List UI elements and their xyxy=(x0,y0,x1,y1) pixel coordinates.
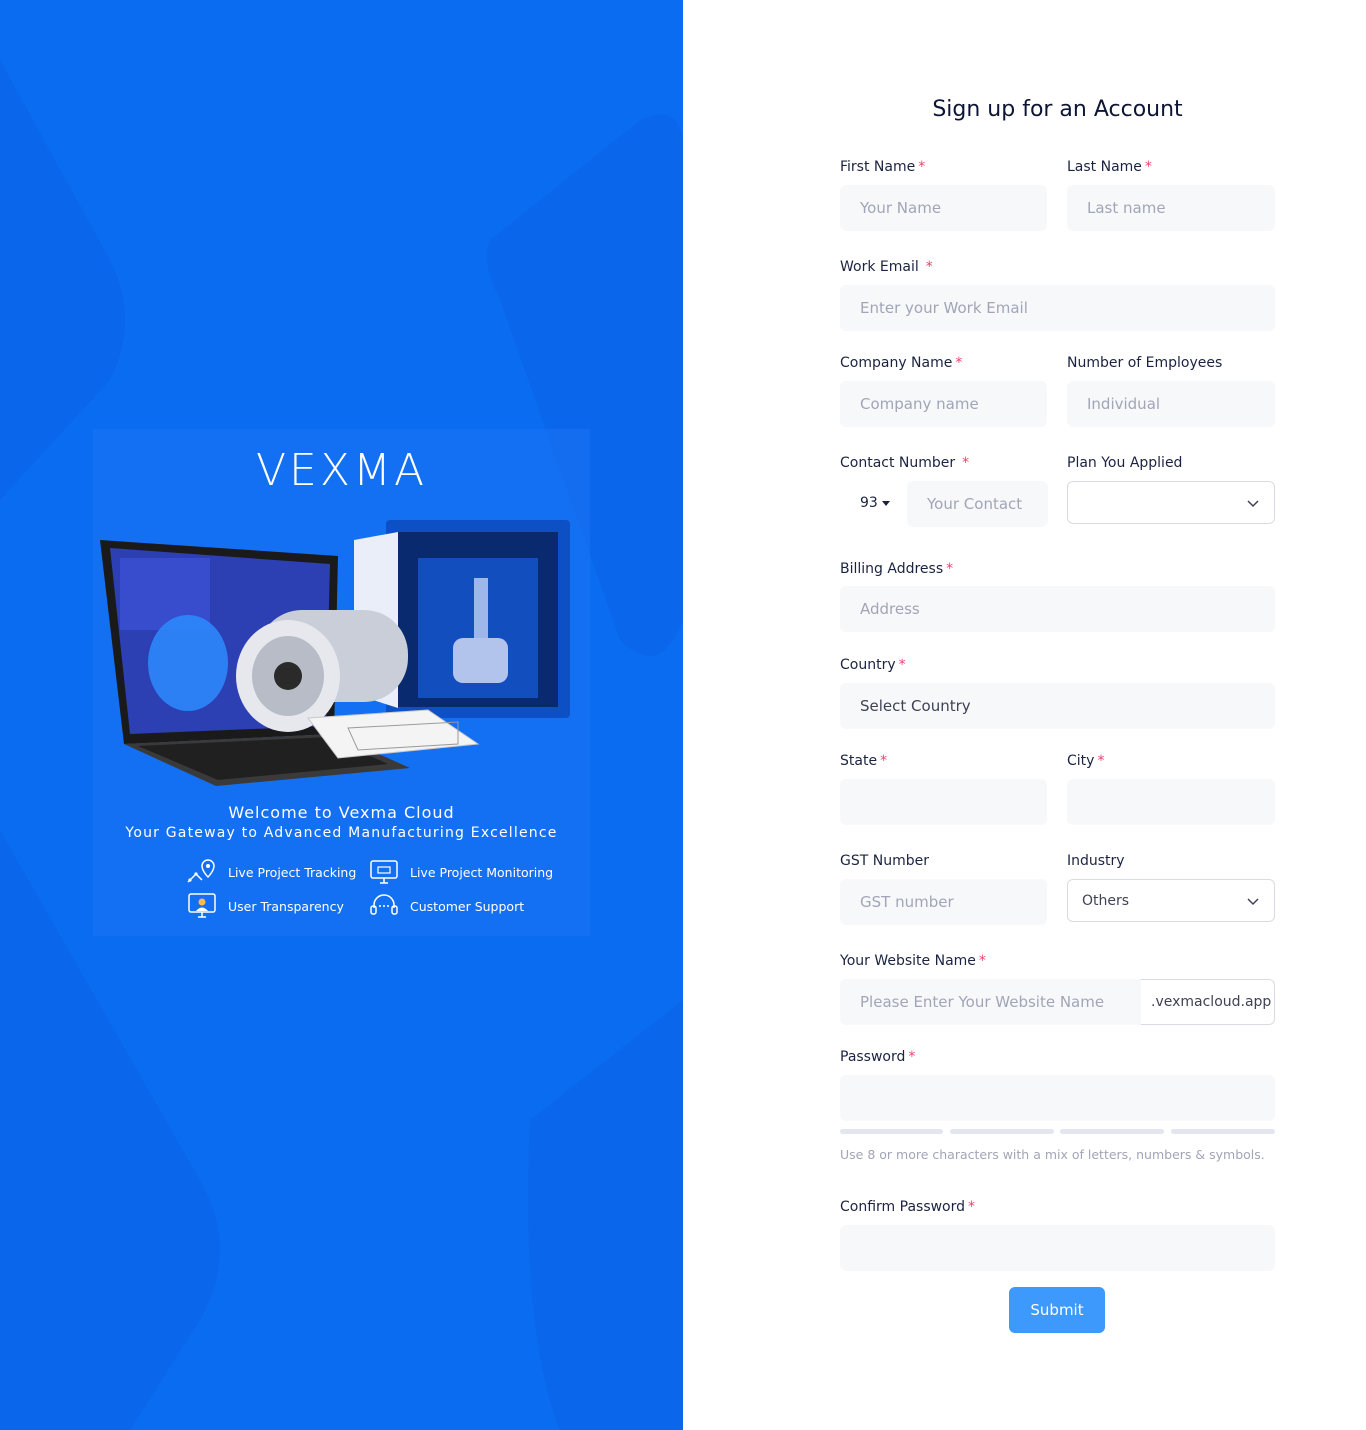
map-pin-icon xyxy=(187,859,215,883)
country-select[interactable]: Select Country xyxy=(840,683,1275,729)
website-name-input[interactable]: Please Enter Your Website Name xyxy=(840,979,1141,1025)
billing-address-input[interactable]: Address xyxy=(840,586,1275,632)
feature-label: Live Project Monitoring xyxy=(410,864,554,880)
work-email-label: Work Email * xyxy=(840,259,933,275)
confirm-password-label: Confirm Password * xyxy=(840,1199,976,1215)
caret-down-icon xyxy=(881,500,890,506)
country-code-value: 93 xyxy=(860,495,878,511)
page-title: Sign up for an Account xyxy=(932,97,1183,122)
contact-number-input[interactable]: Your Contact xyxy=(907,481,1048,527)
password-strength-segment xyxy=(1171,1129,1275,1134)
feature-live-project-monitoring: Live Project Monitoring xyxy=(368,858,553,886)
plan-select[interactable] xyxy=(1067,481,1275,524)
employees-input[interactable]: Individual xyxy=(1067,381,1275,427)
gst-number-label: GST Number xyxy=(840,853,929,869)
industry-label: Industry xyxy=(1067,853,1125,869)
first-name-label: First Name * xyxy=(840,159,926,175)
confirm-password-input[interactable] xyxy=(840,1225,1275,1271)
password-strength-segment xyxy=(1060,1129,1164,1134)
welcome-heading: Welcome to Vexma Cloud xyxy=(228,803,455,822)
brand-name: VEXMA xyxy=(255,445,428,496)
chevron-down-icon xyxy=(1247,898,1259,906)
country-label: Country * xyxy=(840,657,906,673)
password-strength-segment xyxy=(840,1129,943,1134)
work-email-input[interactable]: Enter your Work Email xyxy=(840,285,1275,331)
billing-address-label: Billing Address * xyxy=(840,561,954,577)
password-hint: Use 8 or more characters with a mix of l… xyxy=(840,1147,1265,1162)
city-label: City * xyxy=(1067,753,1105,769)
state-label: State * xyxy=(840,753,888,769)
password-label: Password * xyxy=(840,1049,916,1065)
hero-tagline: Your Gateway to Advanced Manufacturing E… xyxy=(125,825,558,841)
headset-icon xyxy=(370,894,398,915)
state-select[interactable] xyxy=(840,779,1047,825)
contact-number-label: Contact Number * xyxy=(840,455,970,471)
monitor-icon xyxy=(370,860,398,884)
first-name-input[interactable]: Your Name xyxy=(840,185,1047,231)
feature-label: User Transparency xyxy=(228,898,344,914)
company-name-label: Company Name * xyxy=(840,355,963,371)
product-illustration xyxy=(100,520,570,786)
chevron-down-icon xyxy=(1247,500,1259,508)
last-name-label: Last Name * xyxy=(1067,159,1152,175)
feature-label: Customer Support xyxy=(410,898,525,914)
submit-button[interactable]: Submit xyxy=(1009,1287,1105,1333)
last-name-input[interactable]: Last name xyxy=(1067,185,1275,231)
feature-label: Live Project Tracking xyxy=(228,864,357,880)
country-code-dropdown[interactable]: 93 xyxy=(860,495,890,511)
city-select[interactable] xyxy=(1067,779,1275,825)
industry-select[interactable]: Others xyxy=(1067,879,1275,922)
gst-number-input[interactable]: GST number xyxy=(840,879,1047,925)
feature-live-project-tracking: Live Project Tracking xyxy=(186,858,356,886)
company-name-input[interactable]: Company name xyxy=(840,381,1047,427)
hero-panel: VEXMA Welcome to Vexma Cloud Your Gatewa… xyxy=(0,0,683,1430)
feature-user-transparency: User Transparency xyxy=(186,892,344,920)
password-strength-segment xyxy=(950,1129,1054,1134)
website-name-label: Your Website Name * xyxy=(840,953,986,969)
industry-select-value: Others xyxy=(1082,892,1130,909)
plan-label: Plan You Applied xyxy=(1067,455,1183,471)
website-domain-suffix: .vexmacloud.app xyxy=(1141,979,1275,1025)
brand-logo: VEXMA xyxy=(0,445,683,496)
user-screen-icon xyxy=(188,893,216,918)
feature-customer-support: Customer Support xyxy=(368,892,524,920)
password-input[interactable] xyxy=(840,1075,1275,1121)
employees-label: Number of Employees xyxy=(1067,355,1223,371)
